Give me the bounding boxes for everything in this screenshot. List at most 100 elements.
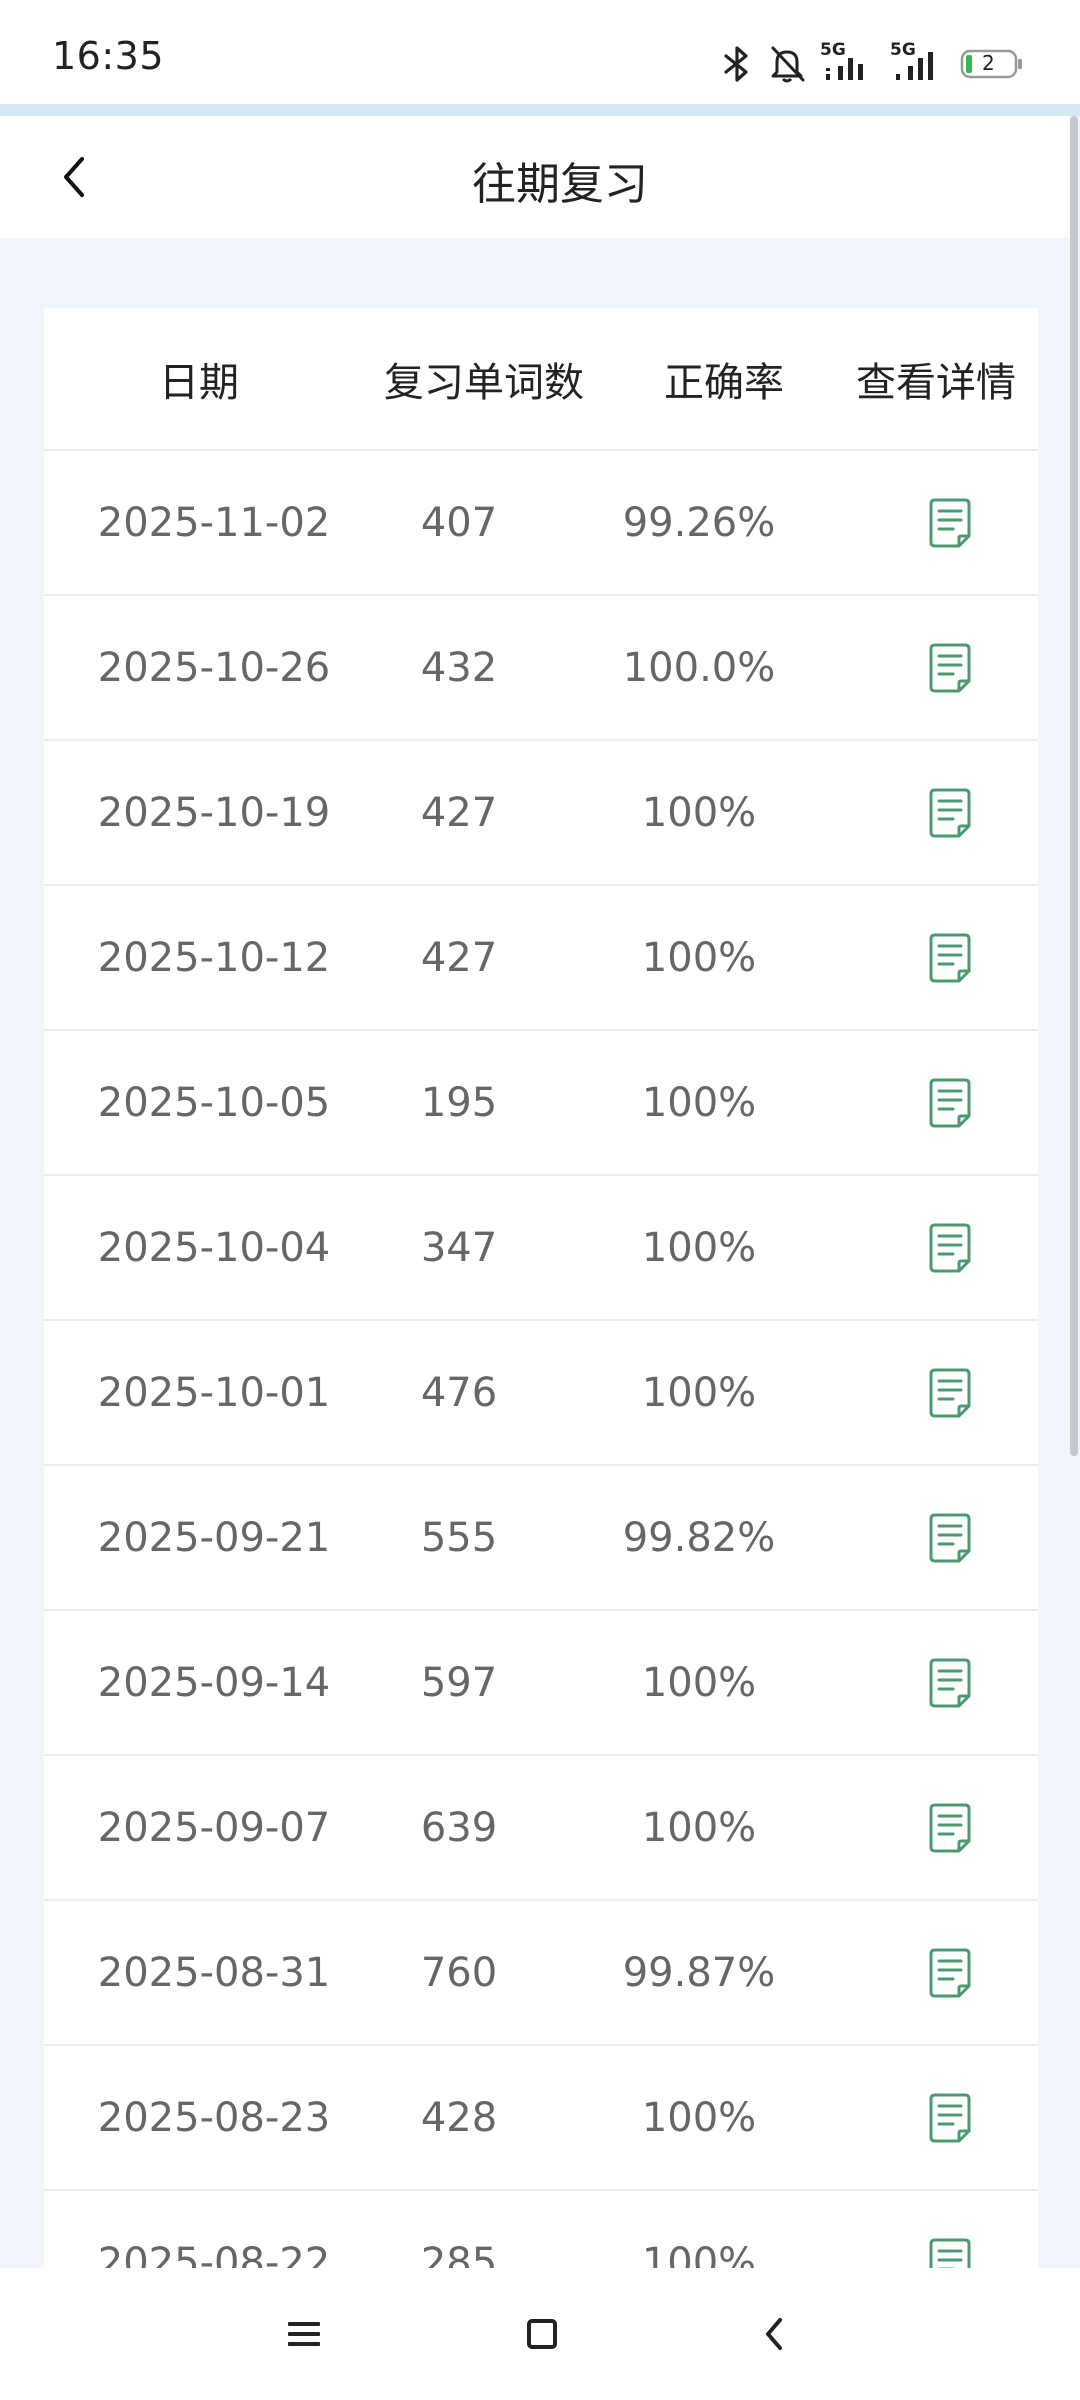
signal-5g-icon: 5G bbox=[890, 40, 946, 84]
table-row: 2025-10-04 347 100% bbox=[44, 1176, 1038, 1321]
cell-word-count: 427 bbox=[420, 934, 498, 981]
document-icon bbox=[929, 1223, 971, 1272]
cell-accuracy: 100% bbox=[641, 789, 757, 836]
view-details-button[interactable] bbox=[864, 641, 1038, 695]
table-row: 2025-09-14 597 100% bbox=[44, 1611, 1038, 1756]
column-header-word-count: 复习单词数 bbox=[384, 359, 584, 406]
column-header-date: 日期 bbox=[159, 359, 239, 406]
battery-level: 2 bbox=[982, 51, 995, 75]
table-header: 日期 复习单词数 正确率 查看详情 bbox=[44, 308, 1038, 451]
view-details-button[interactable] bbox=[864, 1366, 1038, 1420]
table-row: 2025-08-23 428 100% bbox=[44, 2046, 1038, 2191]
cell-date: 2025-09-07 bbox=[97, 1804, 331, 1851]
table-row: 2025-10-01 476 100% bbox=[44, 1321, 1038, 1466]
table-body: 2025-11-02 407 99.26% 2025-10-26 432 100.0% 20… bbox=[44, 451, 1038, 2268]
document-icon bbox=[929, 1803, 971, 1852]
cell-word-count: 597 bbox=[420, 1659, 498, 1706]
cell-accuracy: 100% bbox=[641, 1079, 757, 1126]
view-details-button[interactable] bbox=[864, 1656, 1038, 1710]
cell-word-count: 427 bbox=[420, 789, 498, 836]
view-details-button[interactable] bbox=[864, 931, 1038, 985]
cell-word-count: 760 bbox=[420, 1949, 498, 1996]
cell-date: 2025-10-12 bbox=[97, 934, 331, 981]
status-icons: 5G 5G 2 bbox=[720, 40, 1024, 88]
app-header: 往期复习 bbox=[0, 116, 1070, 238]
cell-word-count: 639 bbox=[420, 1804, 498, 1851]
table-row: 2025-10-05 195 100% bbox=[44, 1031, 1038, 1176]
document-icon bbox=[929, 2238, 971, 2268]
document-icon bbox=[929, 788, 971, 837]
cell-word-count: 407 bbox=[420, 499, 498, 546]
table-row: 2025-11-02 407 99.26% bbox=[44, 451, 1038, 596]
scrollbar[interactable] bbox=[1070, 116, 1078, 1456]
table-row: 2025-08-22 285 100% bbox=[44, 2191, 1038, 2268]
document-icon bbox=[929, 933, 971, 982]
document-icon bbox=[929, 643, 971, 692]
menu-icon bbox=[288, 2322, 320, 2346]
document-icon bbox=[929, 1948, 971, 1997]
view-details-button[interactable] bbox=[864, 1076, 1038, 1130]
cell-word-count: 555 bbox=[420, 1514, 498, 1561]
cell-date: 2025-08-23 bbox=[97, 2094, 331, 2141]
cell-accuracy: 100% bbox=[641, 934, 757, 981]
cell-word-count: 432 bbox=[420, 644, 498, 691]
battery-icon: 2 bbox=[960, 48, 1024, 80]
column-header-accuracy: 正确率 bbox=[664, 359, 784, 406]
nav-back-button[interactable] bbox=[738, 2298, 810, 2370]
table-row: 2025-10-19 427 100% bbox=[44, 741, 1038, 886]
cell-date: 2025-08-31 bbox=[97, 1949, 331, 1996]
page-title: 往期复习 bbox=[472, 159, 648, 210]
view-details-button[interactable] bbox=[864, 1946, 1038, 2000]
cell-date: 2025-08-22 bbox=[97, 2239, 331, 2269]
cell-accuracy: 100% bbox=[641, 2239, 757, 2269]
cell-accuracy: 100% bbox=[641, 1224, 757, 1271]
document-icon bbox=[929, 1658, 971, 1707]
cell-date: 2025-10-05 bbox=[97, 1079, 331, 1126]
view-details-button[interactable] bbox=[864, 2091, 1038, 2145]
cell-accuracy: 100% bbox=[641, 2094, 757, 2141]
view-details-button[interactable] bbox=[864, 1511, 1038, 1565]
status-bar: 16:35 5G 5G 2 bbox=[0, 0, 1080, 104]
review-history-table: 日期 复习单词数 正确率 查看详情 2025-11-02 407 99.26% 202… bbox=[44, 308, 1038, 2268]
cell-word-count: 347 bbox=[420, 1224, 498, 1271]
cell-date: 2025-10-04 bbox=[97, 1224, 331, 1271]
system-nav-bar bbox=[0, 2268, 1080, 2400]
document-icon bbox=[929, 1368, 971, 1417]
cell-word-count: 285 bbox=[420, 2239, 498, 2269]
cell-word-count: 476 bbox=[420, 1369, 498, 1416]
column-header-details: 查看详情 bbox=[856, 359, 1016, 406]
network-label-2: 5G bbox=[890, 40, 916, 60]
cell-word-count: 428 bbox=[420, 2094, 498, 2141]
back-icon bbox=[766, 2318, 782, 2350]
document-icon bbox=[929, 1078, 971, 1127]
cell-date: 2025-10-01 bbox=[97, 1369, 331, 1416]
view-details-button[interactable] bbox=[864, 786, 1038, 840]
network-label-1: 5G bbox=[820, 40, 846, 60]
home-button[interactable] bbox=[506, 2298, 578, 2370]
cell-accuracy: 100% bbox=[641, 1659, 757, 1706]
bluetooth-icon bbox=[720, 44, 754, 84]
signal-5g-icon: 5G bbox=[820, 40, 876, 84]
document-icon bbox=[929, 498, 971, 547]
view-details-button[interactable] bbox=[864, 496, 1038, 550]
accent-strip bbox=[0, 104, 1080, 116]
cell-accuracy: 99.82% bbox=[622, 1514, 776, 1561]
view-details-button[interactable] bbox=[864, 1801, 1038, 1855]
document-icon bbox=[929, 2093, 971, 2142]
table-row: 2025-10-26 432 100.0% bbox=[44, 596, 1038, 741]
table-row: 2025-10-12 427 100% bbox=[44, 886, 1038, 1031]
cell-date: 2025-10-19 bbox=[97, 789, 331, 836]
cell-accuracy: 100% bbox=[641, 1369, 757, 1416]
cell-accuracy: 100.0% bbox=[622, 644, 776, 691]
table-row: 2025-09-07 639 100% bbox=[44, 1756, 1038, 1901]
table-row: 2025-08-31 760 99.87% bbox=[44, 1901, 1038, 2046]
table-row: 2025-09-21 555 99.82% bbox=[44, 1466, 1038, 1611]
view-details-button[interactable] bbox=[864, 2236, 1038, 2268]
cell-accuracy: 99.87% bbox=[622, 1949, 776, 1996]
cell-date: 2025-09-14 bbox=[97, 1659, 331, 1706]
view-details-button[interactable] bbox=[864, 1221, 1038, 1275]
menu-button[interactable] bbox=[268, 2298, 340, 2370]
cell-accuracy: 99.26% bbox=[622, 499, 776, 546]
cell-word-count: 195 bbox=[420, 1079, 498, 1126]
home-square-icon bbox=[527, 2319, 557, 2349]
